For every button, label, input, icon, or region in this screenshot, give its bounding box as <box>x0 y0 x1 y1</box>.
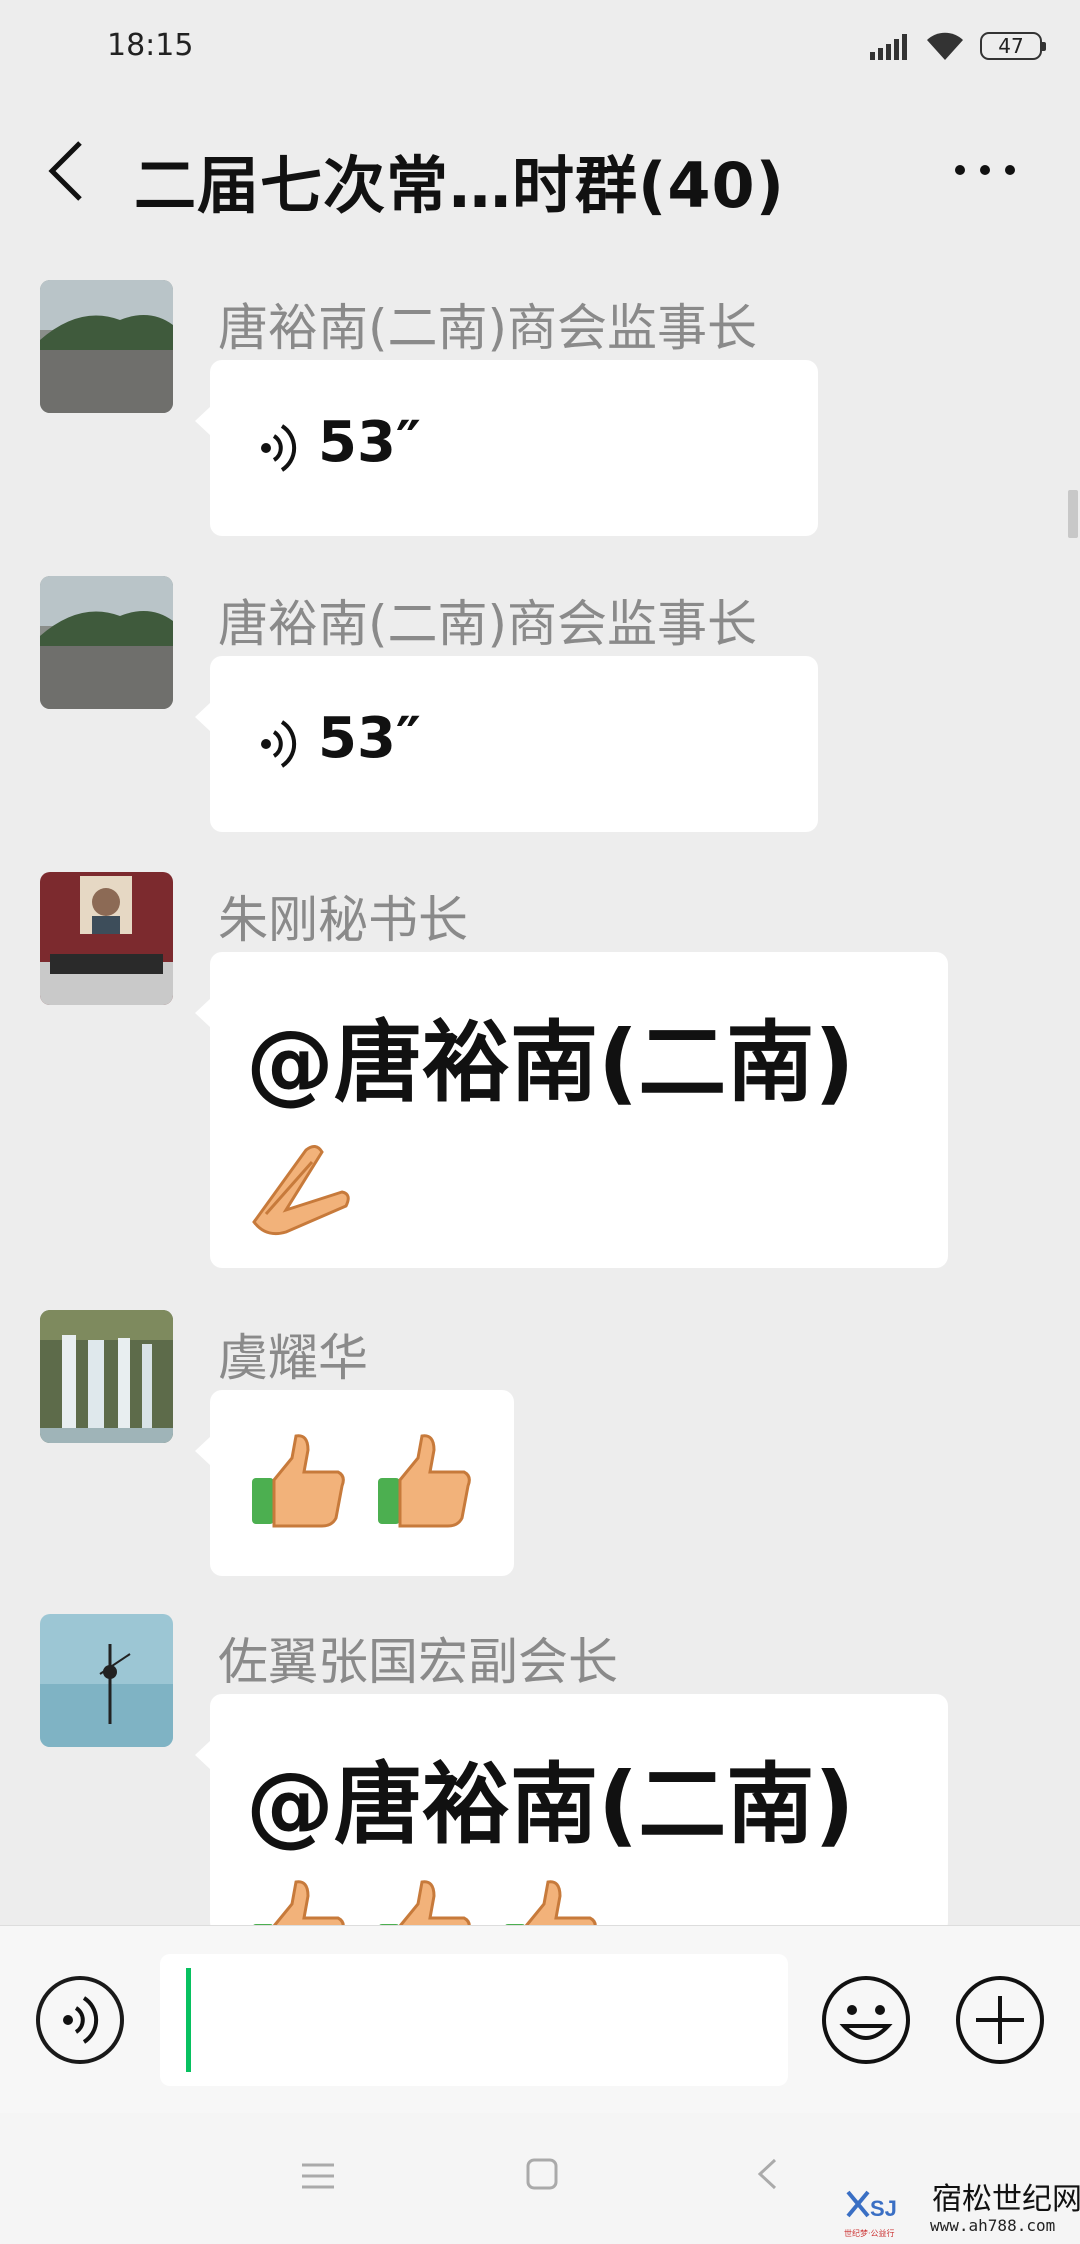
scroll-indicator[interactable] <box>1068 490 1078 538</box>
avatar-tiananmen-gate[interactable] <box>40 872 173 1005</box>
emoji-message-bubble[interactable] <box>195 1390 514 1576</box>
voice-message-bubble[interactable]: 53″ <box>195 656 818 832</box>
emoji-row <box>246 1428 476 1532</box>
voice-duration: 53″ <box>318 706 421 771</box>
watermark-logo: SJ 世纪梦·公益行 <box>844 2190 897 2238</box>
avatar-lake-landscape[interactable] <box>40 280 173 413</box>
voice-input-button[interactable] <box>36 1976 124 2064</box>
battery-indicator: 47 <box>980 32 1046 60</box>
sender-name: 虞耀华 <box>218 1329 368 1387</box>
status-bar: 18:15 47 <box>0 0 1080 95</box>
watermark-url: www.ah788.com <box>930 2216 1056 2235</box>
signal-icon <box>870 34 907 60</box>
text-message-bubble[interactable]: @唐裕南(二南) <box>195 952 948 1268</box>
sender-name: 佐翼张国宏副会长 <box>218 1633 618 1691</box>
text-caret <box>186 1968 191 2072</box>
nav-back-icon[interactable] <box>755 2157 779 2191</box>
emoji-button-icon[interactable] <box>820 1974 912 2066</box>
status-time: 18:15 <box>107 28 194 63</box>
watermark-title: 宿松世纪网 <box>932 2182 1080 2217</box>
voice-wave-icon <box>261 424 297 472</box>
text-message-bubble[interactable]: @唐裕南(二南) <box>195 1694 948 1974</box>
sender-name: 朱刚秘书长 <box>218 891 468 949</box>
thumbs-up-icon <box>252 1434 345 1528</box>
chat-title: 二届七次常…时群(40) <box>134 149 785 222</box>
thumbs-up-icon <box>378 1434 471 1528</box>
clap-hands-icon <box>252 1145 350 1236</box>
sender-name: 唐裕南(二南)商会监事长 <box>218 299 758 357</box>
emoji-row <box>246 1132 356 1242</box>
wifi-icon <box>927 32 963 60</box>
chat-header: 二届七次常…时群(40) <box>0 95 1080 245</box>
watermark-logo-text: SJ <box>870 2196 897 2221</box>
plus-button-icon[interactable] <box>954 1974 1046 2066</box>
watermark-logo-caption: 世纪梦·公益行 <box>844 2228 895 2238</box>
voice-wave-icon <box>261 720 297 768</box>
voice-wave-icon <box>63 1996 99 2044</box>
input-bar <box>0 1925 1080 2113</box>
message-input[interactable] <box>160 1954 788 2086</box>
menu-icon[interactable] <box>300 2161 336 2191</box>
avatar-lake-landscape[interactable] <box>40 576 173 709</box>
voice-message-bubble[interactable]: 53″ <box>195 360 818 536</box>
voice-duration: 53″ <box>318 410 421 475</box>
avatar-waterfall[interactable] <box>40 1310 173 1443</box>
sender-name: 唐裕南(二南)商会监事长 <box>218 595 758 653</box>
home-icon[interactable] <box>525 2157 559 2191</box>
back-arrow-icon[interactable] <box>44 139 92 203</box>
more-options-icon[interactable] <box>950 155 1020 185</box>
avatar-stilt-fisherman[interactable] <box>40 1614 173 1747</box>
mention-text: @唐裕南(二南) <box>246 1011 855 1114</box>
mention-text: @唐裕南(二南) <box>246 1753 855 1856</box>
